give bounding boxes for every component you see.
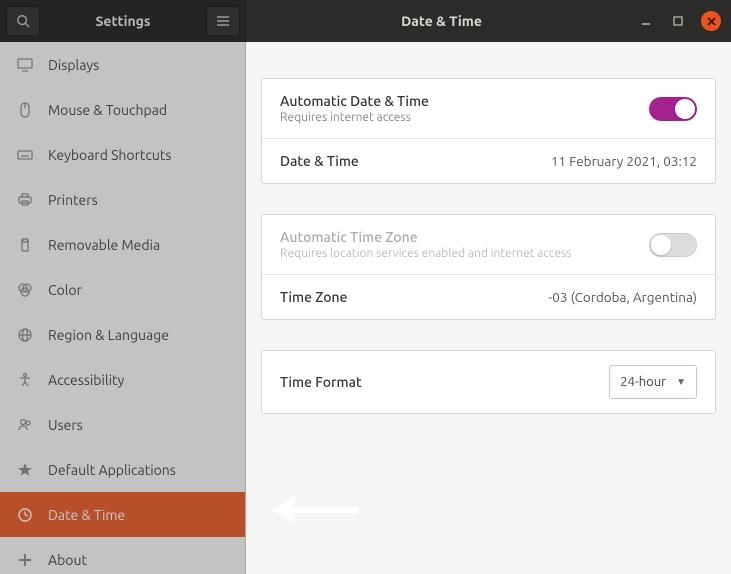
sidebar[interactable]: Displays Mouse & Touchpad Keyboard Short…	[0, 42, 246, 574]
sidebar-item-color[interactable]: Color	[0, 267, 245, 312]
sidebar-item-label: Mouse & Touchpad	[48, 102, 167, 118]
window-title-left: Settings	[40, 13, 206, 29]
label-group: Automatic Date & Time Requires internet …	[280, 93, 429, 124]
sidebar-item-users[interactable]: Users	[0, 402, 245, 447]
sidebar-item-label: Date & Time	[48, 507, 125, 523]
sidebar-item-label: Removable Media	[48, 237, 160, 253]
maximize-icon	[673, 16, 683, 26]
hamburger-icon	[216, 15, 230, 27]
color-icon	[16, 281, 34, 299]
window-controls	[637, 11, 731, 31]
sidebar-item-label: About	[48, 552, 87, 568]
sidebar-item-label: Default Applications	[48, 462, 176, 478]
sidebar-item-label: Region & Language	[48, 327, 169, 343]
sidebar-item-accessibility[interactable]: Accessibility	[0, 357, 245, 402]
sidebar-item-datetime[interactable]: Date & Time	[0, 492, 245, 537]
titlebar-left: Settings	[0, 0, 246, 42]
search-button[interactable]	[6, 6, 40, 36]
accessibility-icon	[16, 371, 34, 389]
row-time-format: Time Format 24-hour ▼	[262, 351, 715, 413]
sidebar-item-label: Printers	[48, 192, 98, 208]
content-inner: Automatic Date & Time Requires internet …	[261, 78, 716, 444]
plus-icon	[16, 551, 34, 569]
panel-timeformat: Time Format 24-hour ▼	[261, 350, 716, 414]
row-subtitle: Requires location services enabled and i…	[280, 247, 572, 260]
sidebar-item-label: Users	[48, 417, 83, 433]
row-label: Time Zone	[280, 289, 347, 305]
titlebar: Settings Date & Time	[0, 0, 731, 42]
clock-icon	[16, 506, 34, 524]
row-datetime[interactable]: Date & Time 11 February 2021, 03:12	[262, 139, 715, 183]
sidebar-item-default-apps[interactable]: Default Applications	[0, 447, 245, 492]
main: Displays Mouse & Touchpad Keyboard Short…	[0, 42, 731, 574]
sidebar-item-about[interactable]: About	[0, 537, 245, 574]
keyboard-icon	[16, 146, 34, 164]
row-auto-datetime[interactable]: Automatic Date & Time Requires internet …	[262, 79, 715, 139]
label-group: Automatic Time Zone Requires location se…	[280, 229, 572, 260]
toggle-knob	[651, 235, 671, 255]
row-value: -03 (Cordoba, Argentina)	[548, 289, 697, 305]
sidebar-item-keyboard[interactable]: Keyboard Shortcuts	[0, 132, 245, 177]
row-label: Time Format	[280, 374, 362, 390]
sidebar-item-label: Displays	[48, 57, 99, 73]
toggle-auto-timezone	[649, 233, 697, 257]
maximize-button[interactable]	[669, 12, 687, 30]
panel-datetime: Automatic Date & Time Requires internet …	[261, 78, 716, 184]
row-title: Automatic Date & Time	[280, 93, 429, 109]
row-subtitle: Requires internet access	[280, 111, 429, 124]
close-button[interactable]	[701, 11, 721, 31]
row-value: 11 February 2021, 03:12	[551, 153, 697, 169]
sidebar-item-label: Keyboard Shortcuts	[48, 147, 171, 163]
sidebar-item-label: Accessibility	[48, 372, 124, 388]
menu-button[interactable]	[206, 6, 240, 36]
row-title: Automatic Time Zone	[280, 229, 572, 245]
toggle-knob	[675, 99, 695, 119]
monitor-icon	[16, 56, 34, 74]
row-timezone[interactable]: Time Zone -03 (Cordoba, Argentina)	[262, 275, 715, 319]
search-icon	[16, 14, 30, 28]
sidebar-item-displays[interactable]: Displays	[0, 42, 245, 87]
printer-icon	[16, 191, 34, 209]
minimize-icon	[641, 16, 651, 26]
sidebar-item-mouse[interactable]: Mouse & Touchpad	[0, 87, 245, 132]
sidebar-item-printers[interactable]: Printers	[0, 177, 245, 222]
minimize-button[interactable]	[637, 12, 655, 30]
window-title-right: Date & Time	[246, 13, 637, 29]
time-format-select[interactable]: 24-hour ▼	[609, 365, 697, 399]
sidebar-item-label: Color	[48, 282, 82, 298]
toggle-auto-datetime[interactable]	[649, 97, 697, 121]
row-label: Date & Time	[280, 153, 359, 169]
row-auto-timezone: Automatic Time Zone Requires location se…	[262, 215, 715, 275]
globe-icon	[16, 326, 34, 344]
close-icon	[707, 17, 716, 26]
chevron-down-icon: ▼	[676, 376, 686, 388]
content: Automatic Date & Time Requires internet …	[246, 42, 731, 574]
sidebar-item-region[interactable]: Region & Language	[0, 312, 245, 357]
select-value: 24-hour	[620, 375, 666, 389]
sidebar-item-removable[interactable]: Removable Media	[0, 222, 245, 267]
panel-timezone: Automatic Time Zone Requires location se…	[261, 214, 716, 320]
mouse-icon	[16, 101, 34, 119]
users-icon	[16, 416, 34, 434]
star-icon	[16, 461, 34, 479]
usb-icon	[16, 236, 34, 254]
